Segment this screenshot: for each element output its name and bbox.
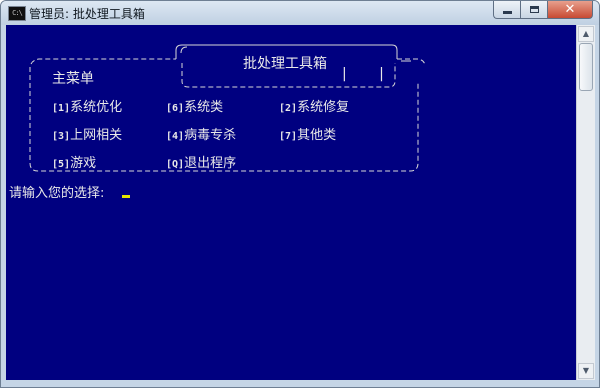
console-window: C:\ 管理员: 批处理工具箱 ✕ 批处理工具箱 | | 主菜单 [1]系统优化… xyxy=(0,0,600,388)
scroll-thumb[interactable] xyxy=(579,43,593,91)
menu-item-3: [3]上网相关 xyxy=(52,124,122,143)
menu-item-key: [6] xyxy=(166,103,185,114)
menu-item-label: 系统修复 xyxy=(297,100,350,115)
menu-item-label: 退出程序 xyxy=(184,156,237,171)
close-icon: ✕ xyxy=(564,2,576,17)
window-title: 管理员: 批处理工具箱 xyxy=(29,7,145,21)
title-bar[interactable]: C:\ 管理员: 批处理工具箱 ✕ xyxy=(1,1,599,25)
window-controls: ✕ xyxy=(493,1,593,20)
console-header: 批处理工具箱 xyxy=(243,56,327,72)
scroll-down-button[interactable]: ▼ xyxy=(578,363,594,379)
menu-item-key: [Q] xyxy=(166,159,185,170)
menu-item-key: [1] xyxy=(52,103,71,114)
input-prompt: 请输入您的选择: xyxy=(9,186,105,201)
console-app-icon[interactable]: C:\ xyxy=(8,6,26,21)
menu-item-label: 系统类 xyxy=(184,100,224,115)
console-output[interactable]: 批处理工具箱 | | 主菜单 [1]系统优化 [6]系统类 [2]系统修复 [3… xyxy=(6,25,576,380)
menu-item-label: 病毒专杀 xyxy=(184,128,237,143)
menu-item-6: [6]系统类 xyxy=(166,96,223,115)
close-button[interactable]: ✕ xyxy=(547,1,593,19)
scroll-up-button[interactable]: ▲ xyxy=(578,26,594,42)
menu-item-key: [2] xyxy=(279,103,298,114)
minimize-icon xyxy=(502,11,512,14)
menu-item-label: 系统优化 xyxy=(70,100,123,115)
menu-item-label: 上网相关 xyxy=(70,128,123,143)
minimize-button[interactable] xyxy=(493,1,520,19)
menu-item-2: [2]系统修复 xyxy=(279,96,349,115)
menu-item-4: [4]病毒专杀 xyxy=(166,124,236,143)
maximize-button[interactable] xyxy=(520,1,547,19)
vertical-scrollbar[interactable]: ▲ ▼ xyxy=(576,25,595,380)
arrow-up-icon: ▲ xyxy=(582,29,590,38)
menu-item-5: [5]游戏 xyxy=(52,152,96,171)
menu-item-key: [4] xyxy=(166,131,185,142)
menu-item-7: [7]其他类 xyxy=(279,124,336,143)
maximize-icon xyxy=(529,6,539,13)
menu-item-label: 游戏 xyxy=(70,156,97,171)
menu-item-key: [3] xyxy=(52,131,71,142)
menu-item-key: [7] xyxy=(279,131,298,142)
menu-item-1: [1]系统优化 xyxy=(52,96,122,115)
menu-item-label: 其他类 xyxy=(297,128,337,143)
menu-title: 主菜单 xyxy=(52,71,94,87)
console-header-marks: | | xyxy=(342,66,398,82)
text-cursor xyxy=(122,195,130,198)
arrow-down-icon: ▼ xyxy=(582,366,590,375)
menu-item-q: [Q]退出程序 xyxy=(166,152,236,171)
menu-item-key: [5] xyxy=(52,159,71,170)
